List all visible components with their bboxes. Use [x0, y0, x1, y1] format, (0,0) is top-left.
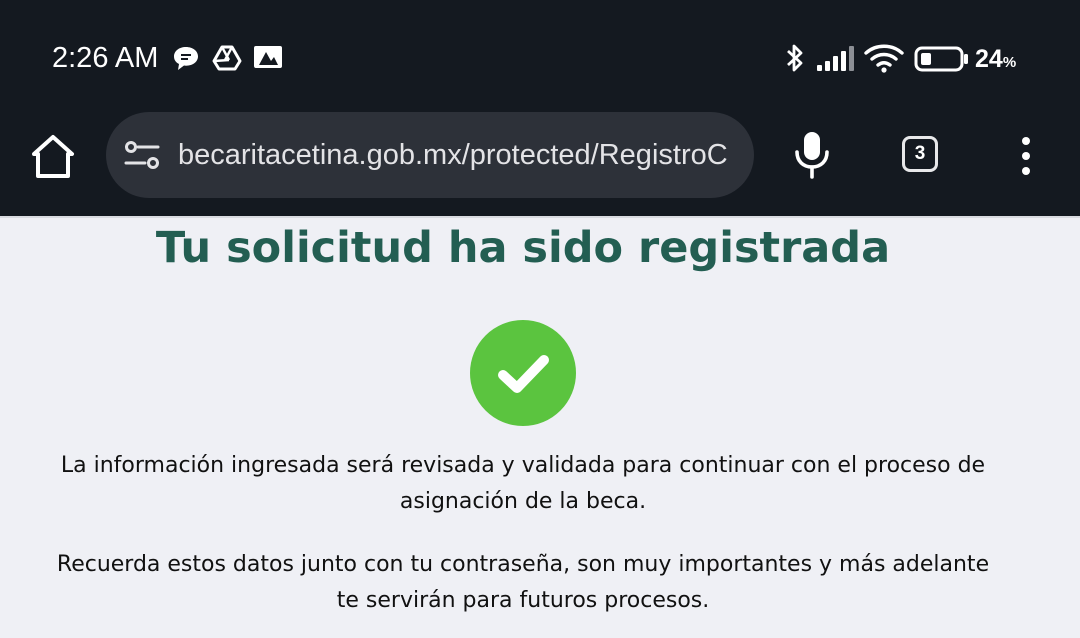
- chat-bubble-icon: [174, 47, 198, 70]
- info-paragraph-remember-line-1: Recuerda estos datos junto con tu contra…: [56, 552, 990, 577]
- url-text[interactable]: becaritacetina.gob.mx/protected/Registro…: [178, 136, 746, 174]
- browser-chrome: 2:26 AM 24% becaritacetina.gob.mx/protec…: [0, 0, 1080, 216]
- info-paragraph-validation: La información ingresada será revisada y…: [0, 448, 1046, 520]
- site-settings-icon[interactable]: [124, 139, 160, 171]
- overflow-menu-icon[interactable]: [1014, 134, 1038, 178]
- notification-image-icon: [254, 46, 282, 68]
- cell-signal-icon: [817, 46, 854, 71]
- phone-screen: 2:26 AM 24% becaritacetina.gob.mx/protec…: [0, 0, 1080, 638]
- home-icon[interactable]: [28, 132, 78, 180]
- mic-icon[interactable]: [793, 130, 831, 180]
- drive-icon: [212, 45, 242, 71]
- info-paragraph-validation-line-2: asignación de la beca.: [399, 489, 647, 514]
- status-bar: 2:26 AM 24%: [0, 0, 1080, 112]
- check-circle-icon: [470, 320, 576, 426]
- tabs-icon[interactable]: 3: [902, 136, 938, 172]
- battery-percent-sign: %: [1002, 54, 1017, 71]
- info-paragraph-remember-line-2: te servirán para futuros procesos.: [336, 588, 710, 613]
- info-paragraph-validation-line-1: La información ingresada será revisada y…: [60, 453, 986, 478]
- battery-percentage: 24%: [975, 42, 1016, 80]
- browser-toolbar: becaritacetina.gob.mx/protected/Registro…: [0, 112, 1080, 216]
- wifi-icon: [864, 44, 904, 73]
- web-page-content: Tu solicitud ha sido registrada La infor…: [0, 216, 1080, 638]
- bluetooth-icon: [787, 44, 803, 72]
- status-time: 2:26 AM: [52, 42, 159, 74]
- battery-percentage-value: 24: [975, 45, 1003, 73]
- page-title: Tu solicitud ha sido registrada: [155, 223, 891, 273]
- battery-icon: [914, 46, 968, 72]
- info-paragraph-remember: Recuerda estos datos junto con tu contra…: [0, 547, 1046, 619]
- url-bar[interactable]: becaritacetina.gob.mx/protected/Registro…: [106, 112, 754, 198]
